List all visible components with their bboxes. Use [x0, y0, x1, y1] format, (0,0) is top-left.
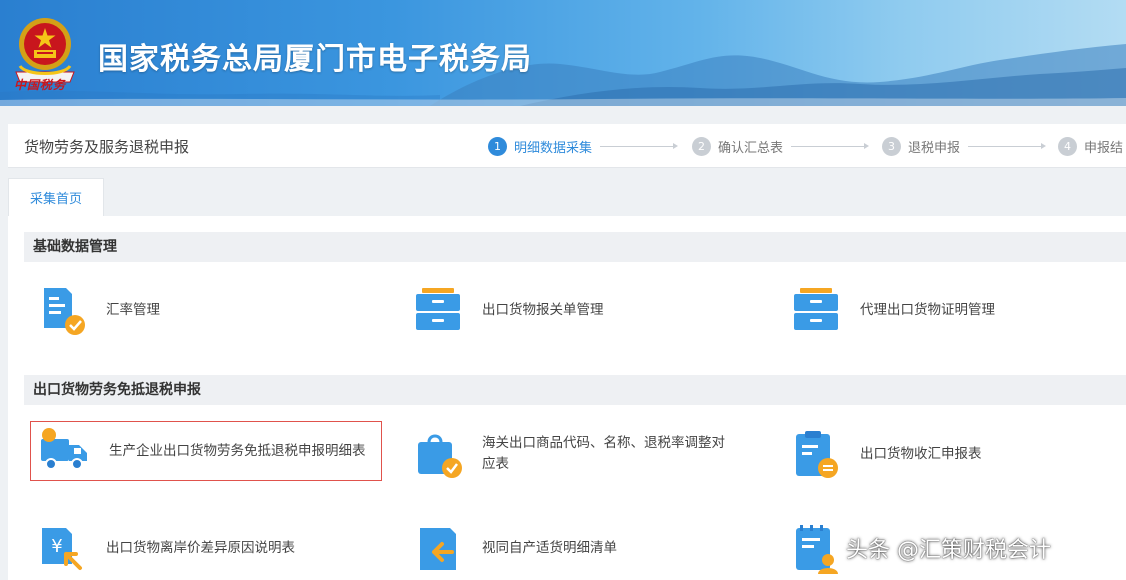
- step-label: 确认汇总表: [718, 140, 784, 156]
- step-label: 退税申报: [908, 140, 961, 156]
- item-label: 代理出口货物证明管理: [860, 301, 995, 318]
- item-label: 海关出口商品代码、名称、退税率调整对应表: [482, 435, 725, 472]
- item-deemed-self-produced-list[interactable]: 视同自产适货明细清单: [412, 518, 617, 578]
- site-title: 国家税务总局厦门市电子税务局: [98, 42, 532, 77]
- step-number: 2: [692, 136, 711, 156]
- step-connector: [791, 142, 870, 149]
- delivery-truck-icon: [41, 428, 87, 470]
- step-3[interactable]: 3 退税申报: [882, 136, 1047, 156]
- step-number: 1: [488, 136, 507, 156]
- step-label: 明细数据采集: [514, 140, 593, 156]
- step-4[interactable]: 4 申报结: [1058, 136, 1123, 156]
- step-bar: 货物劳务及服务退税申报 1 明细数据采集 2 确认汇总表 3 退税申报 4 申报…: [8, 124, 1126, 168]
- tab-collection-home[interactable]: 采集首页: [8, 178, 104, 216]
- item-label: 汇率管理: [106, 301, 160, 318]
- item-export-collection-report[interactable]: 出口货物收汇申报表: [790, 424, 982, 484]
- svg-text:¥: ¥: [51, 536, 62, 557]
- item-label: 生产企业出口货物劳务免抵退税申报明细表: [109, 442, 366, 459]
- item-agent-export-certificate[interactable]: 代理出口货物证明管理: [790, 280, 995, 340]
- clipboard-money-icon: [796, 431, 838, 478]
- watermark: 头条 @汇策财税会计: [846, 538, 1051, 563]
- calendar-person-icon: [796, 525, 838, 574]
- drawer-cabinet-icon: [794, 288, 838, 330]
- folder-arrow-icon: [420, 528, 456, 570]
- step-connector: [600, 142, 679, 149]
- emblem-caption: 中国税务: [14, 78, 67, 92]
- item-customs-declaration[interactable]: 出口货物报关单管理: [412, 280, 604, 340]
- drawer-cabinet-icon: [416, 288, 460, 330]
- section-header-export-refund: 出口货物劳务免抵退税申报: [24, 375, 1126, 405]
- yuan-document-icon: ¥: [42, 528, 82, 570]
- shopping-bag-icon: [418, 434, 462, 478]
- item-exchange-rate[interactable]: 汇率管理: [36, 280, 160, 340]
- item-label: 视同自产适货明细清单: [482, 539, 617, 556]
- step-number: 3: [882, 136, 901, 156]
- section-header-basic-data: 基础数据管理: [24, 232, 1126, 262]
- step-2[interactable]: 2 确认汇总表: [692, 136, 870, 156]
- item-customs-code-mapping[interactable]: 海关出口商品代码、名称、退税率调整对应表: [412, 424, 772, 484]
- item-label: 出口货物离岸价差异原因说明表: [106, 539, 295, 556]
- step-label: 申报结: [1084, 140, 1124, 156]
- item-production-refund-detail[interactable]: 生产企业出口货物劳务免抵退税申报明细表: [30, 421, 382, 481]
- step-1[interactable]: 1 明细数据采集: [488, 136, 679, 156]
- item-label: 出口货物报关单管理: [482, 301, 604, 318]
- item-fob-difference-explanation[interactable]: ¥ 出口货物离岸价差异原因说明表: [36, 518, 295, 578]
- header-banner: 中国税务 国家税务总局厦门市电子税务局: [0, 0, 1126, 106]
- page-title: 货物劳务及服务退税申报: [24, 138, 190, 156]
- item-label: 出口货物收汇申报表: [860, 445, 982, 462]
- document-check-icon: [44, 288, 85, 335]
- step-connector: [968, 142, 1047, 149]
- step-number: 4: [1058, 136, 1077, 156]
